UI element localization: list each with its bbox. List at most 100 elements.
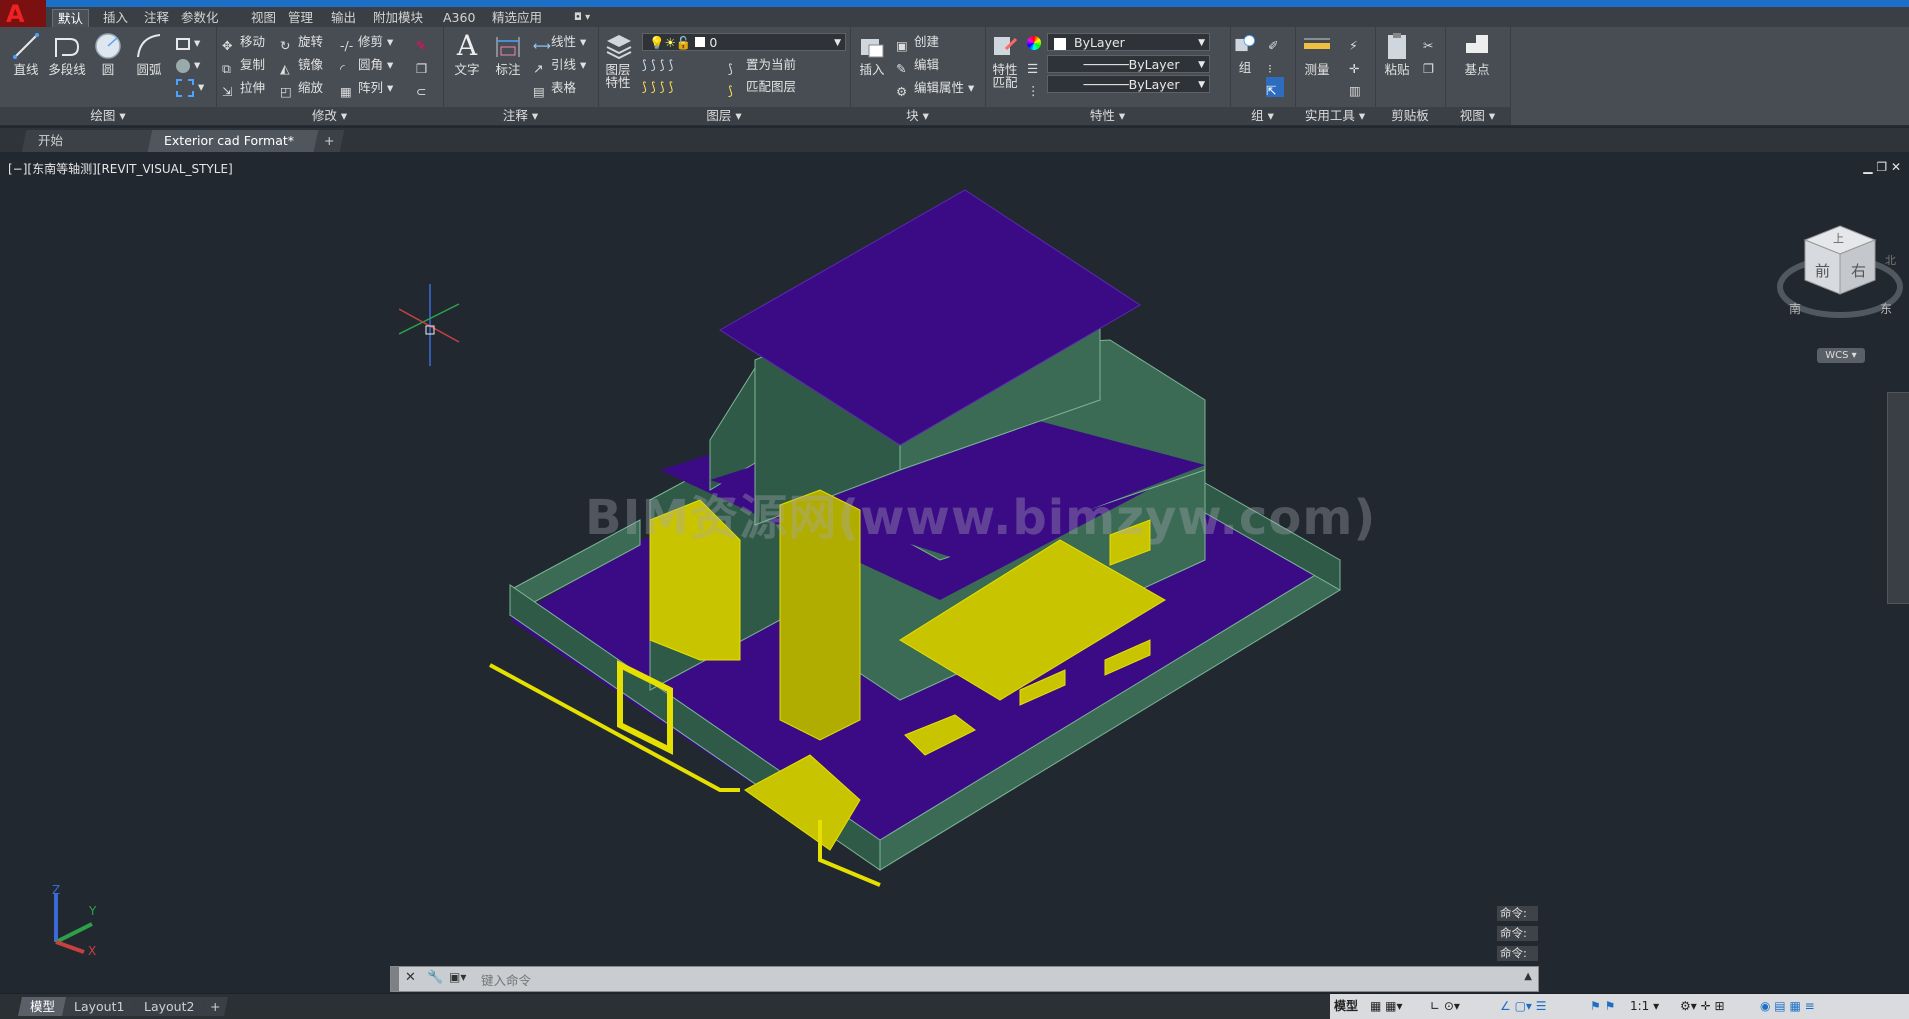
layout-tab-1[interactable]: Layout1 [61, 997, 137, 1016]
isolate-icon[interactable]: ◉ ▤ ▦ ≡ [1760, 997, 1815, 1016]
panel-layers-title[interactable]: 图层 ▾ [598, 107, 850, 125]
color-wheel-button[interactable] [1027, 32, 1045, 52]
annotation-scale[interactable]: 1:1 ▾ [1630, 997, 1659, 1016]
drawing-viewport[interactable] [4, 152, 1909, 990]
viewcube-right-label[interactable]: 右 [1851, 260, 1866, 281]
command-line-grip[interactable] [391, 967, 399, 991]
tab-output[interactable]: 输出 [326, 9, 361, 27]
panel-groups-title[interactable]: 组 ▾ [1230, 107, 1295, 125]
layer-dropdown[interactable]: 💡☀🔓 0 ▼ [642, 33, 846, 51]
ortho-icon[interactable]: ∟ ⊙▾ [1430, 997, 1460, 1016]
paste-button[interactable]: 粘贴 [1377, 31, 1417, 77]
group-button[interactable]: 组 [1230, 31, 1260, 75]
polyline-button[interactable]: 多段线 [47, 31, 87, 77]
compass-south-label[interactable]: 南 [1789, 300, 1801, 317]
tab-manage[interactable]: 管理 [283, 9, 318, 27]
rotate-button[interactable]: ↻ 旋转 [280, 32, 323, 53]
cut-button[interactable]: ✂ [1423, 32, 1441, 53]
measure-button[interactable]: 测量 [1297, 31, 1337, 77]
panel-view-title[interactable]: 视图 ▾ [1445, 107, 1510, 125]
layer-tools-row-1[interactable]: ⟆ ⟆ ⟆ ⟆ [642, 55, 673, 75]
layout-tab-model[interactable]: 模型 [17, 997, 68, 1016]
doc-tab-start[interactable]: 开始 [21, 130, 155, 152]
viewcube[interactable]: 上 前 右 南 东 北 [1775, 222, 1905, 332]
close-icon[interactable]: ✕ [405, 970, 416, 985]
match-layer-button[interactable]: ⟆ 匹配图层 [728, 77, 796, 98]
move-button[interactable]: ✥ 移动 [222, 32, 265, 53]
tab-featured-apps[interactable]: 精选应用 [487, 9, 547, 27]
linetype-dropdown[interactable]: ──────ByLayer ▼ [1047, 55, 1210, 73]
panel-utilities-title[interactable]: 实用工具 ▾ [1295, 107, 1375, 125]
new-tab-button[interactable]: + [313, 130, 345, 152]
close-icon[interactable]: ✕ [1891, 160, 1901, 174]
lineweight-dropdown[interactable]: ──────ByLayer ▼ [1047, 75, 1210, 93]
grid-icon[interactable]: ▦ ▦▾ [1370, 997, 1403, 1016]
navigation-bar[interactable] [1887, 392, 1909, 604]
linear-dim-button[interactable]: ⟷线性 ▾ [533, 32, 586, 53]
tab-a360[interactable]: A360 [438, 9, 480, 27]
settings-gear-icon[interactable]: ⚙▾ ✛ ⊞ [1680, 997, 1725, 1016]
id-point-button[interactable]: ✛ [1349, 55, 1367, 76]
layout-tab-2[interactable]: Layout2 [131, 997, 207, 1016]
hatch-button[interactable]: ▾ [176, 55, 200, 75]
annotation-icon[interactable]: ⚑ ⚑ [1590, 997, 1615, 1016]
panel-block-title[interactable]: 块 ▾ [850, 107, 985, 125]
edit-attributes-button[interactable]: ⚙ 编辑属性 ▾ [896, 78, 974, 99]
base-point-button[interactable]: 基点 [1457, 31, 1497, 77]
wcs-dropdown[interactable]: WCS ▾ [1817, 348, 1865, 363]
viewport-window-controls[interactable]: ▁ ❐ ✕ [1863, 160, 1901, 174]
match-properties-button[interactable]: 特性 匹配 [985, 31, 1025, 89]
copy-clip-button[interactable]: ❐ [1423, 55, 1441, 76]
panel-modify-title[interactable]: 修改 ▾ [216, 107, 443, 125]
table-button[interactable]: ▤ 表格 [533, 78, 576, 99]
ungroup-button[interactable]: ✐ [1268, 32, 1286, 53]
make-current-button[interactable]: ⟆ 置为当前 [728, 55, 796, 76]
wrench-icon[interactable]: 🔧 [427, 970, 443, 985]
array-button[interactable]: ▦ 阵列 ▾ [340, 78, 393, 99]
boundary-button[interactable]: ▾ [176, 77, 204, 97]
circle-button[interactable]: 圆 [88, 31, 128, 77]
compass-east-label[interactable]: 东 [1880, 300, 1892, 317]
linetype-icon-button[interactable]: ☰ [1027, 55, 1045, 76]
doc-tab-active[interactable]: Exterior cad Format*✕ [147, 130, 331, 170]
viewcube-front-label[interactable]: 前 [1815, 260, 1830, 281]
model-space-toggle[interactable]: 模型 [1334, 997, 1358, 1016]
compass-north-label[interactable]: 北 [1885, 252, 1896, 268]
stretch-button[interactable]: ⇲ 拉伸 [222, 78, 265, 99]
ribbon-minimize-icon[interactable]: ◘ ▾ [569, 9, 595, 27]
text-button[interactable]: A 文字 [447, 31, 487, 77]
layer-tools-row-2[interactable]: ⟆ ⟆ ⟆ ⟆ [642, 77, 673, 97]
tab-view[interactable]: 视图 [246, 9, 281, 27]
tab-parametric[interactable]: 参数化 [176, 9, 224, 27]
offset-button[interactable]: ⊂ [416, 78, 434, 99]
color-dropdown[interactable]: ByLayer ▼ [1047, 33, 1210, 51]
edit-block-button[interactable]: ✎ 编辑 [896, 55, 939, 76]
mirror-button[interactable]: ◭ 镜像 [280, 55, 323, 76]
command-input[interactable] [479, 970, 1513, 990]
chevron-up-icon[interactable]: ▲ [1524, 971, 1532, 982]
trim-button[interactable]: -/- 修剪 ▾ [340, 32, 393, 53]
explode-button[interactable]: ❒ [416, 55, 434, 76]
tab-addins[interactable]: 附加模块 [368, 9, 428, 27]
restore-icon[interactable]: ❐ [1876, 160, 1887, 174]
viewport-controls-label[interactable]: [−][东南等轴测][REVIT_VISUAL_STYLE] [8, 160, 233, 177]
tab-default[interactable]: 默认 [52, 9, 90, 28]
create-block-button[interactable]: ▣ 创建 [896, 32, 939, 53]
insert-block-button[interactable]: 插入 [852, 31, 892, 77]
rectangle-button[interactable]: ▾ [176, 33, 200, 53]
panel-properties-title[interactable]: 特性 ▾ [985, 107, 1230, 125]
dimension-button[interactable]: 标注 [488, 31, 528, 77]
minimize-icon[interactable]: ▁ [1863, 160, 1872, 174]
panel-annotation-title[interactable]: 注释 ▾ [443, 107, 598, 125]
tab-annotate[interactable]: 注释 [139, 9, 174, 27]
erase-button[interactable]: ✎ [416, 32, 434, 53]
lineweight-icon-button[interactable]: ⋮ [1027, 77, 1045, 98]
tab-insert[interactable]: 插入 [98, 9, 133, 27]
fillet-button[interactable]: ◜ 圆角 ▾ [340, 55, 393, 76]
arc-button[interactable]: 圆弧 [129, 31, 169, 77]
layer-properties-button[interactable]: 图层 特性 [600, 31, 636, 89]
command-prompt-icon[interactable]: ▣▾ [449, 970, 466, 984]
group-select-button[interactable]: ⇱ [1266, 77, 1284, 98]
scale-button[interactable]: ◰ 缩放 [280, 78, 323, 99]
add-layout-button[interactable]: + [201, 997, 229, 1016]
